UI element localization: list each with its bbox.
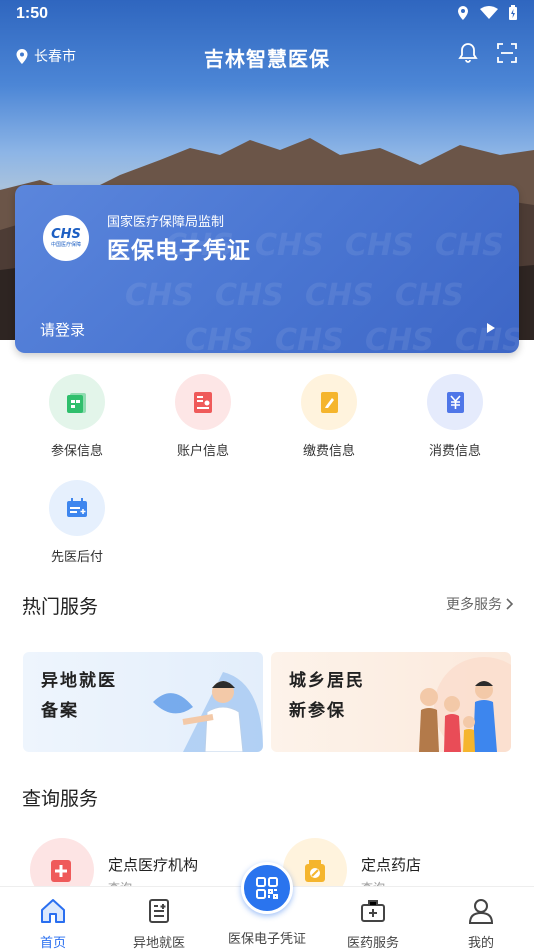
quick-item-label: 参保信息: [50, 443, 103, 458]
quick-item-label: 消费信息: [428, 443, 481, 458]
login-link[interactable]: 请登录: [40, 319, 85, 340]
medical-insurance-card[interactable]: CHS CHS CHS CHS CHS CHS CHS CHS CHS CHS CHS CHS C…: [15, 185, 519, 353]
e-certificate-button[interactable]: [241, 862, 293, 914]
more-services-link[interactable]: 更多服务: [446, 594, 514, 614]
banner-text: 城乡居民 新参保: [289, 666, 365, 726]
svg-text:CHS: CHS: [275, 323, 344, 353]
banner-resident-insurance[interactable]: 城乡居民 新参保: [271, 652, 511, 752]
family-illustration: [419, 657, 511, 752]
arrow-right-icon[interactable]: [487, 323, 495, 333]
banner-line2: 备案: [41, 701, 79, 720]
quick-item-label: 先医后付: [50, 549, 103, 564]
svg-text:CHS: CHS: [395, 278, 464, 313]
insurance-doc-icon: [49, 374, 105, 430]
yuan-receipt-icon: [427, 374, 483, 430]
card-watermark: CHS CHS CHS CHS CHS CHS CHS CHS CHS CHS CHS CHS: [125, 228, 519, 353]
quick-item-payment[interactable]: 缴费信息: [274, 374, 384, 459]
nav-label: 医保电子凭证: [227, 931, 306, 946]
qr-code-icon: [256, 877, 278, 899]
svg-text:CHS: CHS: [365, 323, 434, 353]
banner-text: 异地就医 备案: [41, 666, 117, 726]
svg-text:CHS: CHS: [185, 323, 254, 353]
wifi-icon: [480, 6, 498, 19]
calendar-card-icon: [49, 480, 105, 536]
medical-record-icon: [149, 899, 169, 923]
chs-logo: CHS 中国医疗保障: [43, 215, 89, 261]
status-time: 1:50: [16, 5, 49, 22]
card-title: 医保电子凭证: [107, 237, 251, 263]
more-services-label: 更多服务: [446, 596, 502, 612]
nav-home[interactable]: 首页: [0, 887, 106, 950]
nav-label: 首页: [39, 935, 66, 950]
chs-logo-subtext: 中国医疗保障: [50, 242, 81, 248]
payment-note-icon: [301, 374, 357, 430]
quick-item-pay-later[interactable]: 先医后付: [22, 480, 132, 565]
medical-kit-icon: [361, 900, 385, 922]
nav-label: 我的: [467, 935, 494, 950]
status-bar: 1:50: [0, 0, 534, 28]
nav-mine[interactable]: 我的: [428, 887, 534, 950]
hot-services-title: 热门服务: [22, 597, 99, 618]
banner-line2: 新参保: [289, 701, 346, 720]
status-icons: [456, 5, 518, 21]
query-title: 定点医疗机构: [108, 857, 199, 874]
home-icon: [41, 899, 65, 923]
query-title: 定点药店: [361, 857, 422, 874]
nav-label: 医药服务: [346, 935, 399, 950]
battery-icon: [509, 5, 517, 20]
svg-text:CHS: CHS: [435, 228, 504, 263]
location-status-icon: [458, 6, 468, 20]
svg-text:CHS: CHS: [215, 278, 284, 313]
query-services-title: 查询服务: [22, 789, 99, 810]
svg-text:CHS: CHS: [345, 228, 414, 263]
chevron-right-icon: [506, 598, 514, 610]
svg-text:CHS: CHS: [305, 278, 374, 313]
quick-item-account[interactable]: 账户信息: [148, 374, 258, 459]
nav-remote-medical[interactable]: 异地就医: [106, 887, 212, 950]
doctor-illustration: [153, 672, 263, 752]
account-card-icon: [175, 374, 231, 430]
quick-item-consumption[interactable]: 消费信息: [400, 374, 510, 459]
svg-text:CHS: CHS: [255, 228, 324, 263]
banner-remote-medical[interactable]: 异地就医 备案: [23, 652, 263, 752]
banner-line1: 异地就医: [41, 671, 117, 690]
quick-item-label: 缴费信息: [302, 443, 355, 458]
nav-medicine-service[interactable]: 医药服务: [320, 887, 426, 950]
bell-icon[interactable]: [458, 42, 478, 64]
svg-text:CHS: CHS: [125, 278, 194, 313]
scan-icon[interactable]: [496, 42, 518, 64]
banner-line1: 城乡居民: [289, 671, 365, 690]
top-actions: [458, 42, 518, 64]
nav-label: 异地就医: [132, 935, 185, 950]
card-subtitle: 国家医疗保障局监制: [107, 214, 225, 229]
quick-item-insurance[interactable]: 参保信息: [22, 374, 132, 459]
user-icon: [468, 899, 494, 924]
top-bar: 长春市 吉林智慧医保: [0, 38, 534, 74]
app-title: 吉林智慧医保: [204, 49, 330, 71]
chs-logo-text: CHS: [51, 227, 81, 242]
quick-item-label: 账户信息: [176, 443, 229, 458]
